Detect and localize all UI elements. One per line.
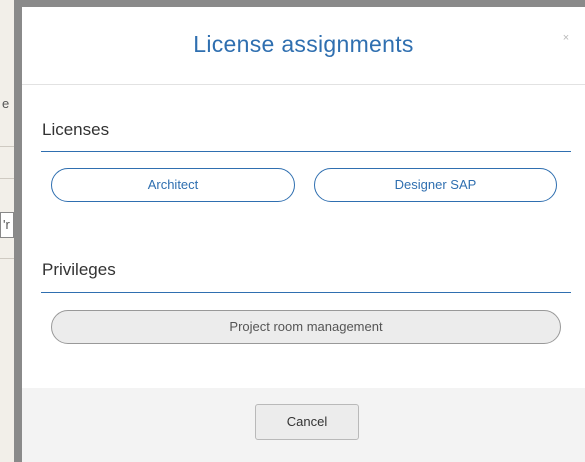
- background-input-fragment: 'r: [0, 212, 14, 238]
- background-divider: [0, 178, 14, 179]
- close-icon[interactable]: ×: [559, 31, 573, 45]
- license-assignments-dialog: License assignments × Licenses Architect…: [22, 7, 585, 462]
- license-designer-sap-button[interactable]: Designer SAP: [314, 168, 557, 202]
- dialog-title: License assignments: [193, 31, 414, 57]
- licenses-divider: [41, 151, 571, 152]
- license-architect-button[interactable]: Architect: [51, 168, 295, 202]
- cancel-button[interactable]: Cancel: [255, 404, 359, 440]
- privileges-divider: [41, 292, 571, 293]
- dialog-footer: Cancel: [22, 388, 585, 462]
- licenses-heading: Licenses: [42, 120, 110, 139]
- background-text-fragment: 'r: [3, 217, 10, 232]
- background-divider: [0, 258, 14, 259]
- background-divider: [0, 146, 14, 147]
- background-text-fragment: e: [2, 96, 10, 111]
- privilege-project-room-management-button[interactable]: Project room management: [51, 310, 561, 344]
- privileges-heading: Privileges: [42, 260, 116, 279]
- dialog-header: License assignments ×: [22, 7, 585, 85]
